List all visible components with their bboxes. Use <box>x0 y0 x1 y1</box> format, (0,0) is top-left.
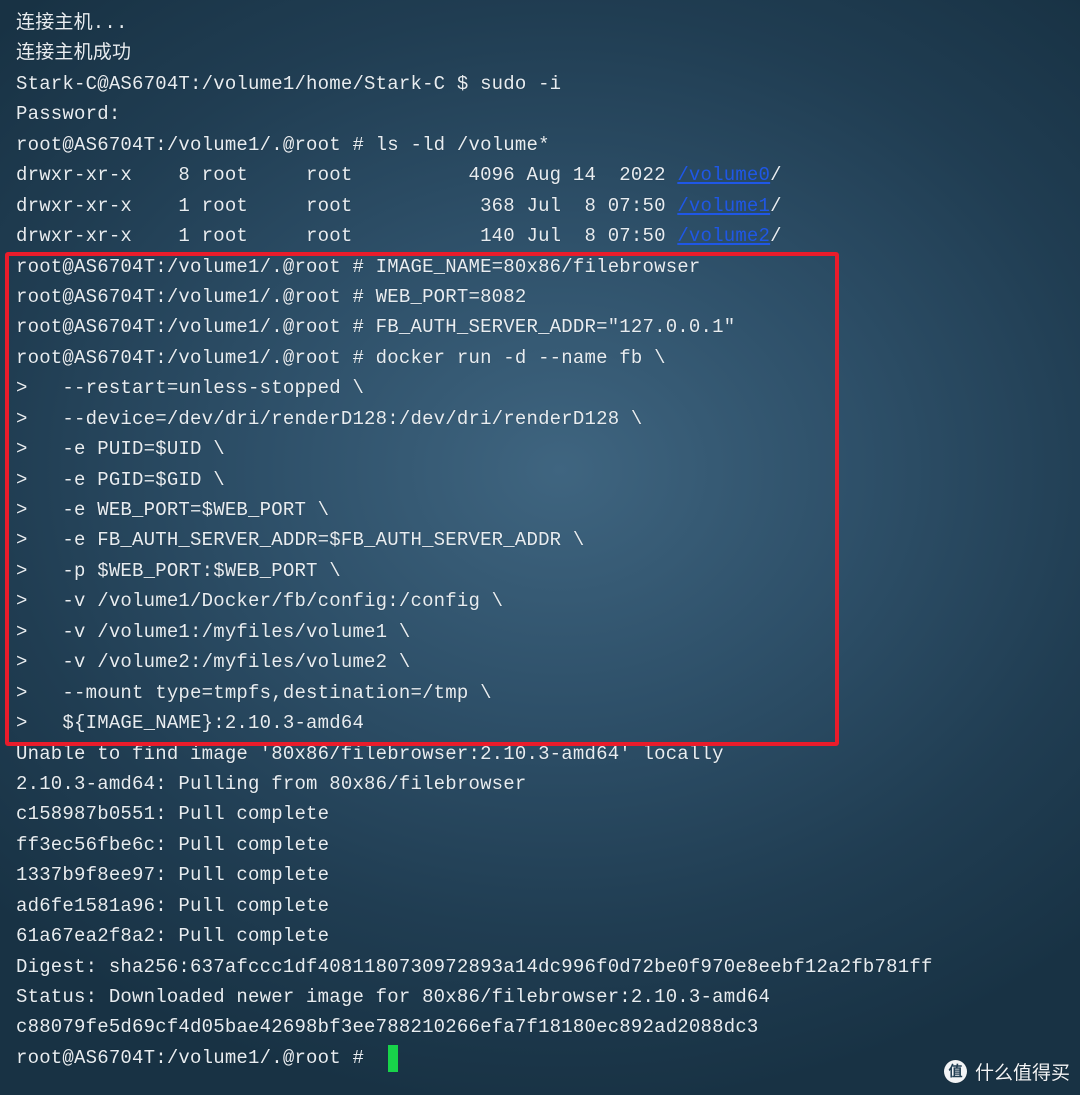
command-line-volume-config: > -v /volume1/Docker/fb/config:/config \ <box>16 590 504 613</box>
ls-row-suffix: / <box>770 164 782 187</box>
command-line-env-auth-addr: > -e FB_AUTH_SERVER_ADDR=$FB_AUTH_SERVER… <box>16 529 585 552</box>
status-line: Status: Downloaded newer image for 80x86… <box>16 986 771 1008</box>
shell-prompt: root@AS6704T:/volume1/.@root # <box>16 1046 376 1069</box>
ls-row-suffix: / <box>770 194 782 217</box>
ls-row-details: drwxr-xr-x 8 root root 4096 Aug 14 2022 <box>16 164 678 187</box>
command-line-pgid: > -e PGID=$GID \ <box>16 468 225 491</box>
command-line-image-name: root@AS6704T:/volume1/.@root # IMAGE_NAM… <box>16 255 701 278</box>
ls-command-line: root@AS6704T:/volume1/.@root # ls -ld /v… <box>16 133 550 156</box>
volume2-link[interactable]: /volume2 <box>677 221 770 251</box>
ls-output-row-volume2: drwxr-xr-x 1 root root 140 Jul 8 07:50 /… <box>16 221 1070 251</box>
command-line-mount-tmpfs: > --mount type=tmpfs,destination=/tmp \ <box>16 681 492 704</box>
command-line-volume1: > -v /volume1:/myfiles/volume1 \ <box>16 620 411 643</box>
volume0-link[interactable]: /volume0 <box>677 160 770 190</box>
command-line-volume2: > -v /volume2:/myfiles/volume2 \ <box>16 651 411 674</box>
terminal-window[interactable]: 连接主机... 连接主机成功 Stark-C@AS6704T:/volume1/… <box>16 8 1070 1095</box>
container-id-line: c88079fe5d69cf4d05bae42698bf3ee788210266… <box>16 1016 759 1039</box>
ls-output-row-volume1: drwxr-xr-x 1 root root 368 Jul 8 07:50 /… <box>16 191 1070 221</box>
watermark: 值 什么值得买 <box>943 1058 1070 1085</box>
command-line-env-web-port: > -e WEB_PORT=$WEB_PORT \ <box>16 499 330 521</box>
ls-row-details: drwxr-xr-x 1 root root 140 Jul 8 07:50 <box>16 225 678 248</box>
command-line-port-map: > -p $WEB_PORT:$WEB_PORT \ <box>16 559 341 582</box>
terminal-line-2: 连接主机成功 <box>16 42 132 65</box>
output-line: ff3ec56fbe6c: Pull complete <box>16 833 330 856</box>
watermark-text: 什么值得买 <box>974 1062 1070 1084</box>
highlighted-command-block: root@AS6704T:/volume1/.@root # IMAGE_NAM… <box>16 252 1070 739</box>
command-line-auth-addr: root@AS6704T:/volume1/.@root # FB_AUTH_S… <box>16 316 736 339</box>
volume1-link[interactable]: /volume1 <box>677 191 770 221</box>
command-line-image: > ${IMAGE_NAME}:2.10.3-amd64 <box>16 712 365 735</box>
output-line: 61a67ea2f8a2: Pull complete <box>16 925 330 948</box>
terminal-line-1: 连接主机... <box>16 12 128 34</box>
command-line-docker-run: root@AS6704T:/volume1/.@root # docker ru… <box>16 346 666 369</box>
output-line: 2.10.3-amd64: Pulling from 80x86/filebro… <box>16 772 527 795</box>
digest-line: Digest: sha256:637afccc1df40811807309728… <box>16 955 933 978</box>
command-line-web-port: root@AS6704T:/volume1/.@root # WEB_PORT=… <box>16 285 527 308</box>
final-prompt-line[interactable]: root@AS6704T:/volume1/.@root # <box>16 1043 1070 1073</box>
sudo-command-line: Stark-C@AS6704T:/volume1/home/Stark-C $ … <box>16 72 562 95</box>
output-line: c158987b0551: Pull complete <box>16 803 330 826</box>
logo-glyph: 值 <box>948 1063 963 1080</box>
smzdm-logo-icon: 值 <box>943 1060 967 1083</box>
text-cursor <box>387 1044 398 1072</box>
output-line: ad6fe1581a96: Pull complete <box>16 894 330 917</box>
ls-output-row-volume0: drwxr-xr-x 8 root root 4096 Aug 14 2022 … <box>16 160 1070 190</box>
ls-row-details: drwxr-xr-x 1 root root 368 Jul 8 07:50 <box>16 194 678 217</box>
password-prompt-line: Password: <box>16 103 121 126</box>
ls-row-suffix: / <box>770 225 782 248</box>
command-line-device: > --device=/dev/dri/renderD128:/dev/dri/… <box>16 407 643 430</box>
output-line: 1337b9f8ee97: Pull complete <box>16 864 330 887</box>
output-line: Unable to find image '80x86/filebrowser:… <box>16 742 724 765</box>
command-line-restart: > --restart=unless-stopped \ <box>16 377 365 400</box>
command-line-puid: > -e PUID=$UID \ <box>16 438 225 461</box>
